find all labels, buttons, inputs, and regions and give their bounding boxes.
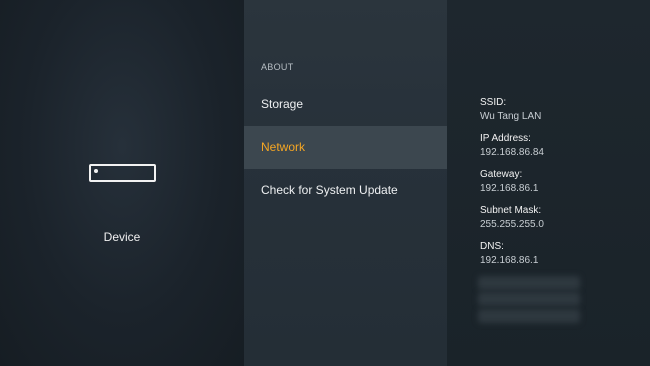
menu-item-network[interactable]: Network [244,126,447,169]
subnet-mask-field: Subnet Mask: 255.255.255.0 [480,204,544,232]
network-info-panel: SSID: Wu Tang LAN IP Address: 192.168.86… [447,0,650,366]
dns-value: 192.168.86.1 [480,255,539,266]
about-menu: ABOUT Storage Network Check for System U… [244,0,447,366]
ssid-label: SSID: [480,97,507,108]
settings-screen: Device ABOUT Storage Network Check for S… [0,0,650,366]
device-panel: Device [0,0,244,366]
redacted-info-3 [478,309,580,323]
ssid-field: SSID: Wu Tang LAN [480,96,541,124]
device-label: Device [103,230,141,244]
about-header: ABOUT [261,62,294,72]
ssid-value: Wu Tang LAN [480,111,542,122]
menu-item-storage[interactable]: Storage [244,83,447,126]
ip-address-value: 192.168.86.84 [480,147,544,158]
redacted-info-2 [478,292,580,306]
menu-item-system-update[interactable]: Check for System Update [244,169,447,212]
fire-tv-stick-icon [89,164,156,182]
redacted-info-1 [478,276,580,290]
gateway-field: Gateway: 192.168.86.1 [480,168,538,196]
gateway-label: Gateway: [480,169,523,180]
ip-address-field: IP Address: 192.168.86.84 [480,132,544,160]
dns-label: DNS: [480,241,504,252]
subnet-mask-label: Subnet Mask: [480,205,542,216]
gateway-value: 192.168.86.1 [480,183,539,194]
subnet-mask-value: 255.255.255.0 [480,219,544,230]
dns-field: DNS: 192.168.86.1 [480,240,538,268]
device-led [94,169,98,173]
ip-address-label: IP Address: [480,133,531,144]
